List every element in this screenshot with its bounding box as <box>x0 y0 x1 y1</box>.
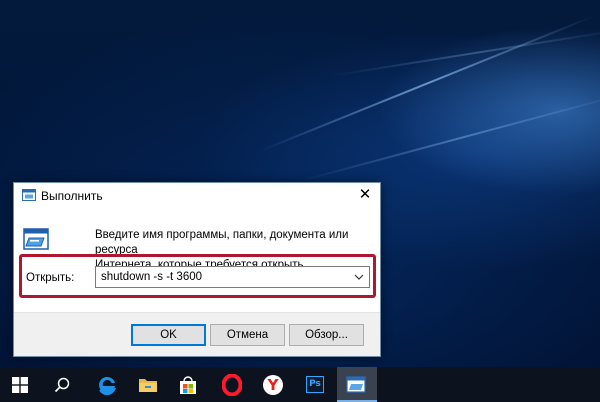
cancel-button[interactable]: Отмена <box>210 324 285 346</box>
ok-button[interactable]: OK <box>131 324 206 346</box>
search-icon <box>54 377 70 392</box>
command-combobox[interactable]: shutdown -s -t 3600 <box>95 266 370 288</box>
taskbar-opera[interactable] <box>212 367 252 402</box>
opera-icon <box>222 373 242 396</box>
close-icon: ✕ <box>358 185 372 203</box>
taskbar-photoshop[interactable]: Ps <box>295 367 335 402</box>
taskbar-edge[interactable] <box>87 367 127 402</box>
light-beam <box>329 28 600 77</box>
title-bar[interactable]: Выполнить ✕ <box>14 183 380 209</box>
taskbar-store[interactable] <box>168 367 208 402</box>
taskbar: Y Ps <box>0 367 600 402</box>
command-input[interactable]: shutdown -s -t 3600 <box>101 271 202 283</box>
light-beam <box>259 15 595 152</box>
yandex-icon: Y <box>263 374 283 395</box>
browse-button[interactable]: Обзор... <box>289 324 364 346</box>
start-button[interactable] <box>0 367 40 402</box>
search-button[interactable] <box>42 367 82 402</box>
windows-logo-icon <box>12 376 28 393</box>
photoshop-icon: Ps <box>306 376 324 393</box>
store-icon <box>180 375 196 394</box>
run-icon <box>22 189 36 201</box>
light-beam <box>299 92 600 182</box>
run-dialog: Выполнить ✕ Введите имя программы, папки… <box>13 182 381 357</box>
taskbar-yandex[interactable]: Y <box>253 367 293 402</box>
run-program-icon <box>23 228 49 250</box>
close-button[interactable]: ✕ <box>350 183 380 205</box>
folder-icon <box>139 378 157 392</box>
taskbar-run[interactable] <box>337 367 377 402</box>
dialog-title: Выполнить <box>41 189 103 203</box>
taskbar-file-explorer[interactable] <box>128 367 168 402</box>
dialog-footer: OK Отмена Обзор... <box>14 312 380 356</box>
run-icon <box>346 375 366 393</box>
open-label: Открыть: <box>26 272 75 284</box>
edge-icon <box>99 376 116 395</box>
chevron-down-icon[interactable] <box>354 272 364 282</box>
